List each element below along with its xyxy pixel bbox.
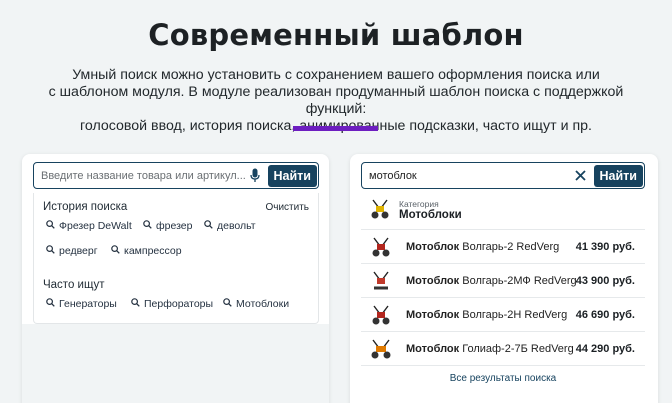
- history-item[interactable]: кампрессор: [111, 245, 182, 257]
- popular-title: Часто ищут: [43, 279, 105, 291]
- history-item[interactable]: редверг: [46, 245, 98, 257]
- close-icon[interactable]: [573, 165, 589, 187]
- history-item[interactable]: Фрезер DeWalt: [46, 220, 132, 232]
- microphone-icon[interactable]: [247, 165, 263, 187]
- accent-divider: [293, 126, 378, 131]
- result-price: 43 900 руб.: [575, 274, 635, 287]
- search-icon: [111, 245, 120, 257]
- search-icon: [46, 298, 55, 310]
- search-icon: [46, 220, 55, 232]
- result-price: 44 290 руб.: [575, 342, 635, 355]
- search-icon: [131, 298, 140, 310]
- search-icon: [204, 220, 213, 232]
- search-result-item[interactable]: Мотоблок Голиаф-2-7Б RedVerg 44 290 руб.: [361, 332, 645, 366]
- history-item[interactable]: фрезер: [143, 220, 192, 232]
- search-result-item[interactable]: Мотоблок Волгарь-2 RedVerg 41 390 руб.: [361, 230, 645, 264]
- search-widget-empty: Найти История поиска Очистить Фрезер DeW…: [22, 154, 329, 403]
- category-suggestion[interactable]: Категория Мотоблоки: [361, 192, 645, 230]
- popular-item[interactable]: Генераторы: [46, 298, 117, 310]
- all-results-link[interactable]: Все результаты поиска: [361, 373, 645, 384]
- search-icon: [46, 245, 55, 257]
- search-result-item[interactable]: Мотоблок Волгарь-2МФ RedVerg 43 900 руб.: [361, 264, 645, 298]
- history-title: История поиска: [43, 201, 128, 213]
- result-price: 41 390 руб.: [575, 240, 635, 253]
- search-input[interactable]: [34, 164, 247, 187]
- tiller-product-image: [368, 302, 394, 328]
- search-bar: Найти: [33, 162, 319, 189]
- search-icon: [143, 220, 152, 232]
- popular-item[interactable]: Перфораторы: [131, 298, 213, 310]
- tiller-product-image: [368, 336, 394, 362]
- clear-history-link[interactable]: Очистить: [265, 202, 309, 213]
- search-icon: [223, 298, 232, 310]
- page-title: Современный шаблон: [148, 18, 524, 52]
- search-button[interactable]: Найти: [267, 164, 317, 187]
- popular-item[interactable]: Мотоблоки: [223, 298, 289, 310]
- result-price: 46 690 руб.: [575, 308, 635, 321]
- page-description: Умный поиск можно установить с сохранени…: [48, 67, 624, 134]
- search-input[interactable]: [362, 164, 573, 187]
- search-button[interactable]: Найти: [593, 164, 643, 187]
- search-suggestions-panel: История поиска Очистить Фрезер DeWalt фр…: [33, 193, 319, 324]
- history-item[interactable]: девольт: [204, 220, 256, 232]
- search-widget-card: Найти История поиска Очистить Фрезер DeW…: [22, 154, 329, 403]
- search-bar: Найти: [361, 162, 645, 189]
- tiller-product-image: [368, 234, 394, 260]
- search-widget-results: Найти Категория Мотоблоки Мотоблок Волга…: [350, 154, 658, 403]
- tiller-product-image: [368, 268, 394, 294]
- search-result-item[interactable]: Мотоблок Волгарь-2Н RedVerg 46 690 руб.: [361, 298, 645, 332]
- tiller-icon: [370, 198, 390, 225]
